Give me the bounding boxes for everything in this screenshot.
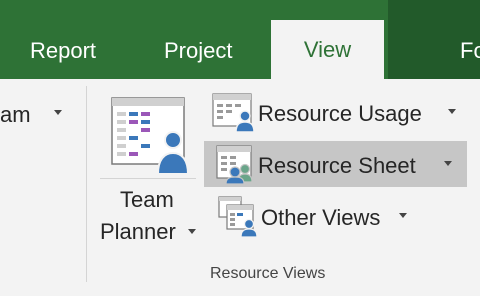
resource-usage-icon[interactable] [212,93,257,133]
group-label-resource-views: Resource Views [210,265,326,282]
chevron-down-icon[interactable] [54,110,62,115]
other-views-icon[interactable] [218,196,259,238]
chevron-down-icon[interactable] [448,109,456,114]
chevron-down-icon[interactable] [444,161,452,166]
tab-format-partial[interactable]: Fo [460,38,480,64]
resource-usage-label[interactable]: Resource Usage [258,101,422,127]
group-divider [86,86,87,282]
tab-report[interactable]: Report [30,38,96,64]
chevron-down-icon[interactable] [188,229,196,234]
tab-view[interactable]: View [271,20,384,79]
tab-project[interactable]: Project [164,38,232,64]
split-button-divider [100,178,196,179]
team-planner-label-line1[interactable]: Team [120,187,174,213]
chevron-down-icon[interactable] [399,213,407,218]
team-planner-icon[interactable] [111,97,192,176]
team-planner-label-line2[interactable]: Planner [100,219,176,245]
resource-sheet-label[interactable]: Resource Sheet [258,153,416,179]
left-partial-button-label[interactable]: am [0,102,31,128]
resource-sheet-icon[interactable] [216,145,257,185]
other-views-label[interactable]: Other Views [261,205,380,231]
